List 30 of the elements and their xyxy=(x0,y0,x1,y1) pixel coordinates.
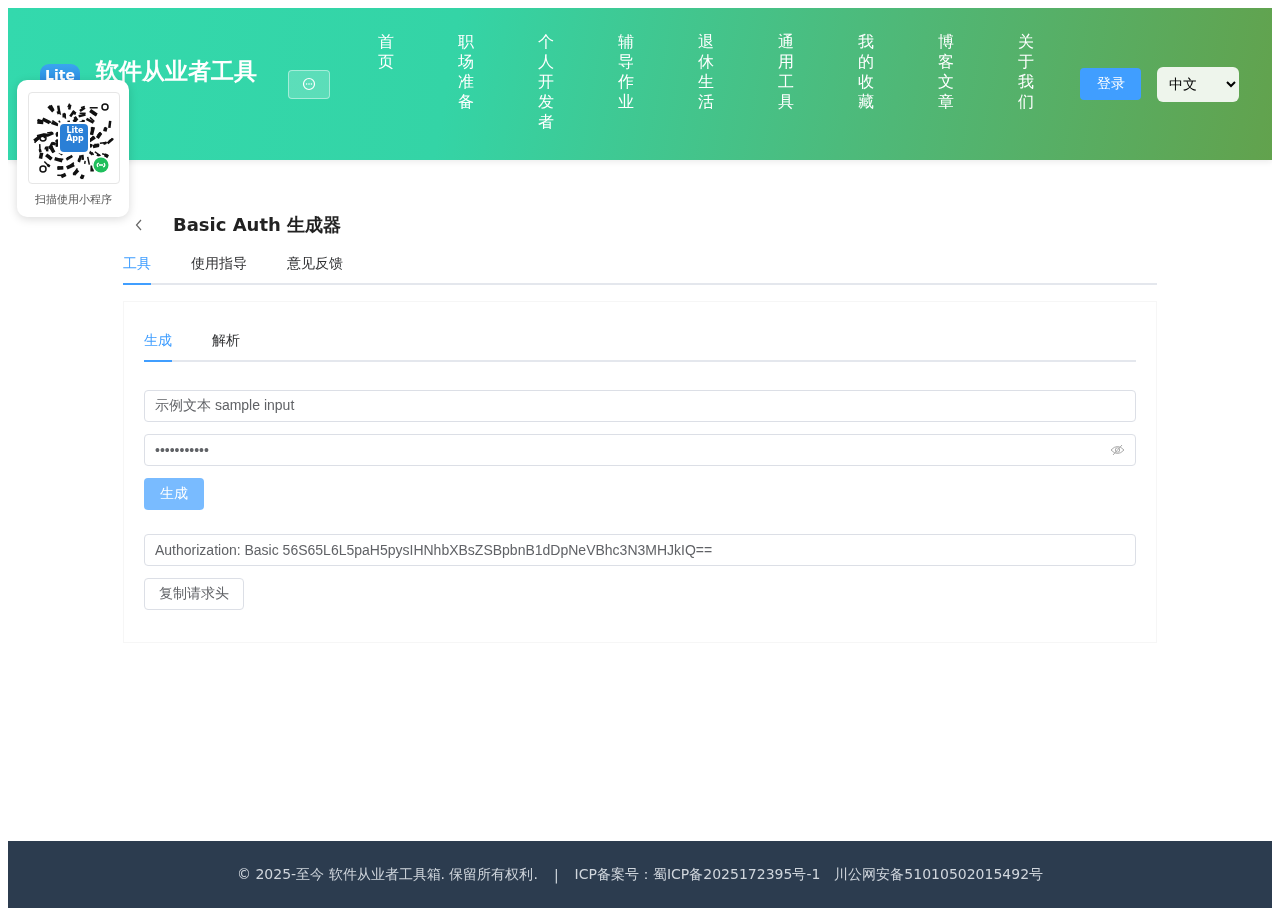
language-select[interactable]: 中文 xyxy=(1157,66,1239,102)
nav-link[interactable]: 通用工具 xyxy=(778,32,794,132)
tab[interactable]: 使用指导 xyxy=(191,255,247,285)
input-field[interactable]: 示例文本 sample input xyxy=(144,390,1136,422)
chat-button[interactable] xyxy=(288,69,330,99)
login-button[interactable]: 登录 xyxy=(1080,68,1141,100)
tab[interactable]: 解析 xyxy=(212,332,240,362)
nav-link[interactable]: 退休生活 xyxy=(698,32,714,132)
tab[interactable]: 意见反馈 xyxy=(287,255,343,285)
password-field[interactable]: ••••••••••• xyxy=(144,434,1136,466)
nav-link[interactable]: 关于我们 xyxy=(1018,32,1034,132)
tab[interactable]: 工具 xyxy=(123,255,151,285)
tab[interactable]: 生成 xyxy=(144,332,172,362)
nav-link[interactable]: 首页 xyxy=(378,32,394,132)
copy-header-button[interactable]: 复制请求头 xyxy=(144,578,244,610)
chat-bubble-icon xyxy=(302,77,316,91)
copyright-text: © 2025-至今 软件从业者工具箱. 保留所有权利. xyxy=(236,865,538,884)
police-record-link[interactable]: 川公网安备51010502015492号 xyxy=(834,865,1044,884)
separator: | xyxy=(553,866,559,883)
nav-link[interactable]: 博客文章 xyxy=(938,32,954,132)
eye-slash-icon[interactable] xyxy=(1110,444,1125,456)
nav-link[interactable]: 我的收藏 xyxy=(858,32,874,132)
qr-caption: 扫描使用小程序 xyxy=(33,192,113,207)
nav-link[interactable]: 辅导作业 xyxy=(618,32,634,132)
nav-link[interactable]: 职场准备 xyxy=(458,32,474,132)
nav-link[interactable]: 个人开发者 xyxy=(538,32,554,132)
page-title: Basic Auth 生成器 xyxy=(173,213,342,237)
icp-link[interactable]: ICP备案号：蜀ICP备2025172395号-1 xyxy=(574,865,821,884)
app-badge-text: Lite App xyxy=(65,127,85,143)
output-field[interactable]: Authorization: Basic 56S65L6L5paH5pysIHNhbXBsZSBpbnB1dDpNeVBhc3N3MHJkIQ== xyxy=(144,534,1136,566)
